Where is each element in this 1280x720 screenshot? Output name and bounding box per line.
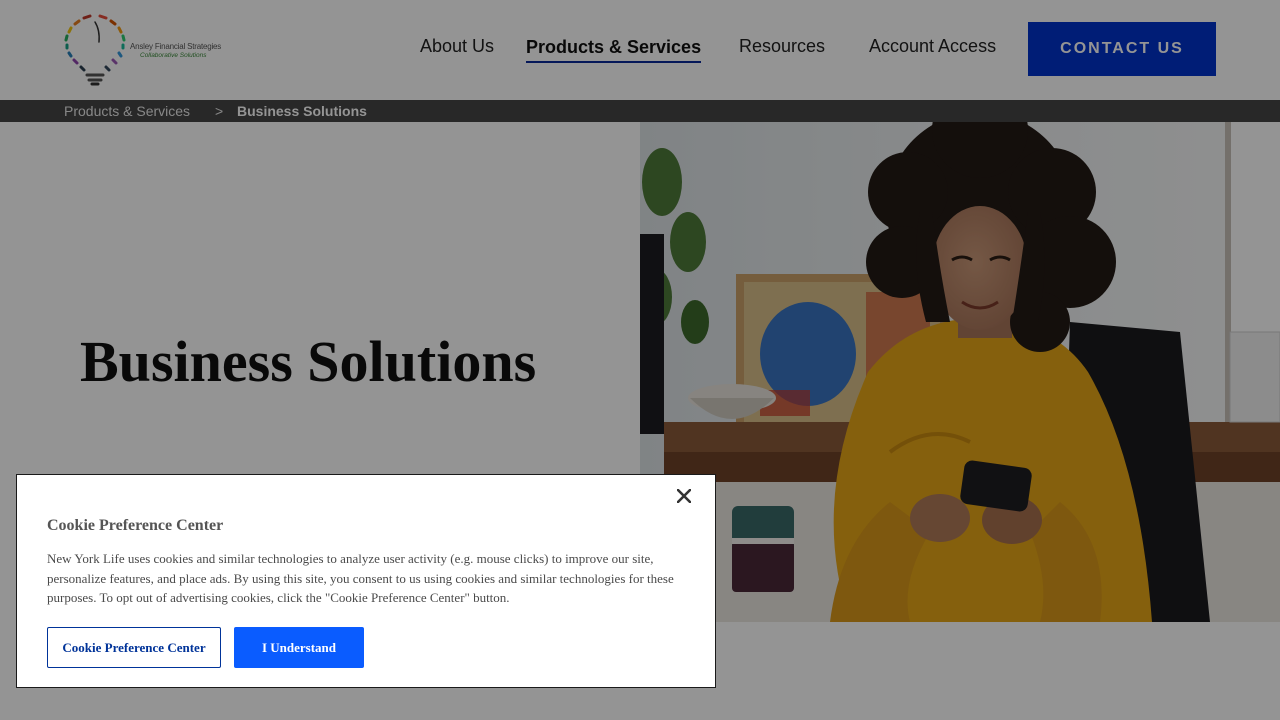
cookie-dialog-body: New York Life uses cookies and similar t… bbox=[47, 551, 674, 605]
cookie-dialog: Cookie Preference Center New York Life u… bbox=[16, 474, 716, 688]
i-understand-button[interactable]: I Understand bbox=[234, 627, 364, 668]
close-button[interactable] bbox=[672, 483, 696, 511]
cookie-preference-center-button[interactable]: Cookie Preference Center bbox=[47, 627, 221, 668]
close-icon bbox=[676, 488, 692, 503]
cookie-dialog-title: Cookie Preference Center bbox=[47, 517, 224, 534]
